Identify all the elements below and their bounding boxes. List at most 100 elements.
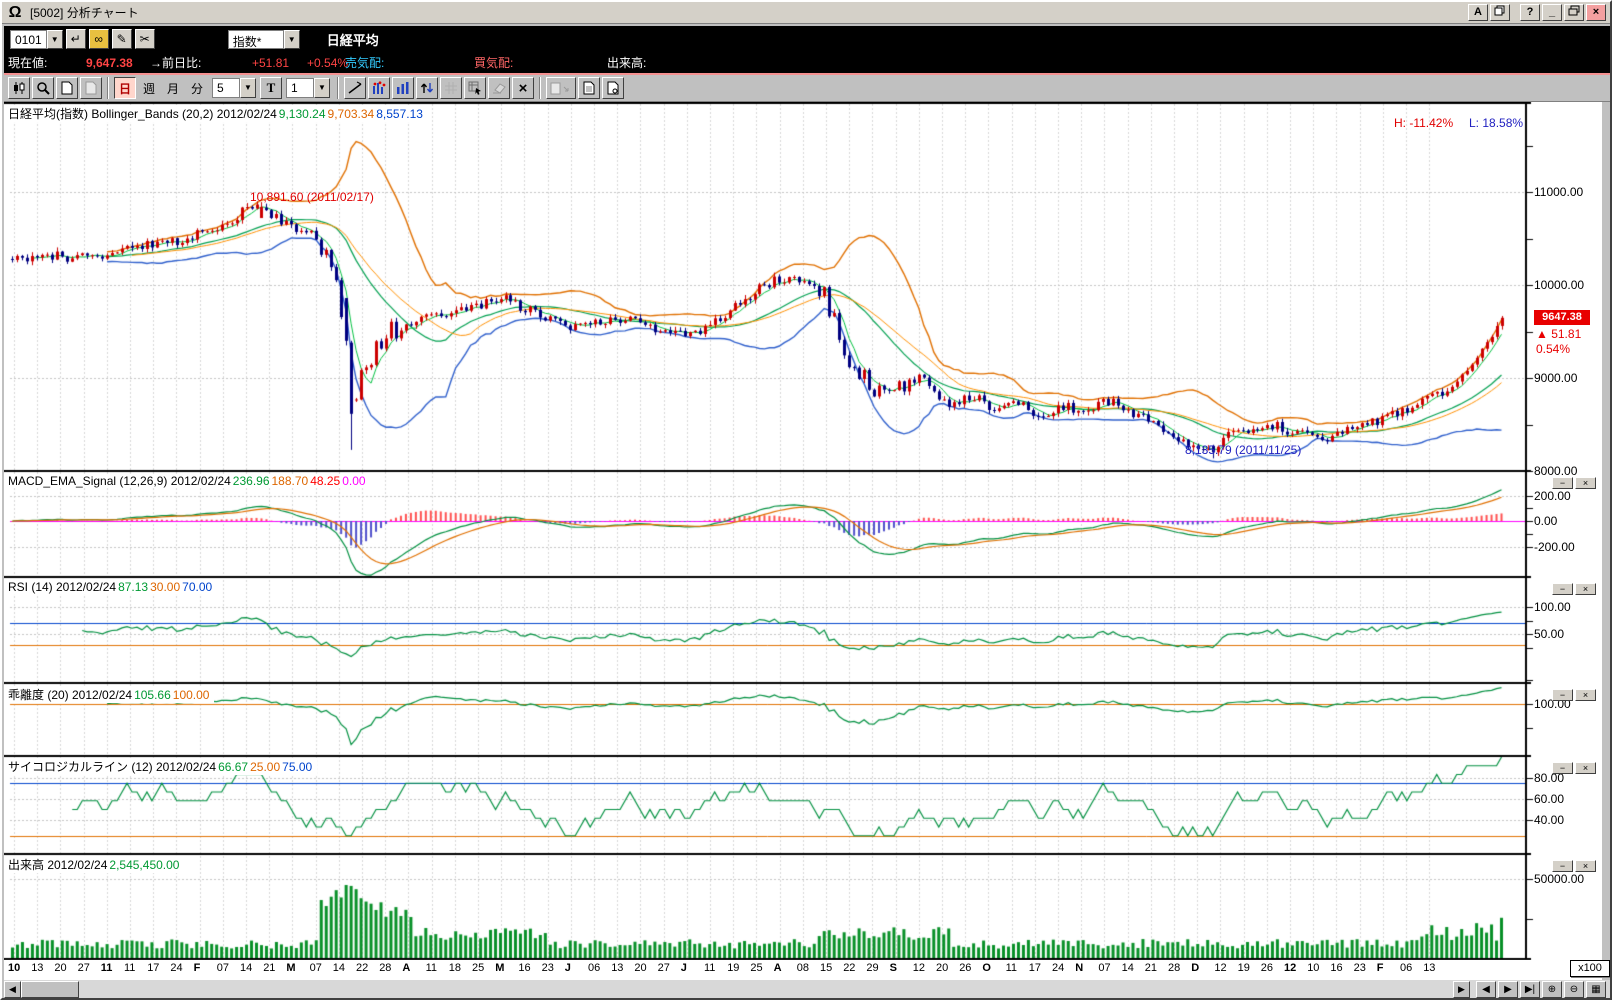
x-axis-label: 22 [843,962,856,974]
panel-minimize-button[interactable]: − [1552,689,1573,701]
x-axis-label: 06 [1400,962,1413,974]
indicator-value: 9,703.34 [327,107,375,121]
step-end-button[interactable]: ▶| [1520,980,1540,998]
copy-page-button[interactable] [578,77,600,99]
x-axis-label: A [773,962,782,974]
interval-combo[interactable]: 5 ▼ [212,78,256,98]
chevron-down-icon[interactable]: ▼ [283,29,300,49]
current-price-marker: 9647.38 [1534,310,1590,325]
scrollbar-track[interactable] [79,981,1453,998]
panel-close-button[interactable]: × [1575,689,1596,701]
x-axis-label: 07 [216,962,230,974]
x-axis-label: 12 [1214,962,1227,974]
y-axis-tick-label: 9000.00 [1534,371,1578,385]
copy-window-button[interactable] [1490,4,1510,21]
x-axis: 10 13 20 27 11 11 17 24 F 07 14 21 M 07 14 22 28 A 11 18 25 M… [4,960,1534,978]
candlestick-tool-button[interactable] [8,77,30,99]
symbol-bar: 0101 ▼ ↵ ∞ ✎ ✂ 指数* ▼ 日経平均 [4,26,1610,52]
help-button[interactable]: ? [1520,4,1540,21]
candlestick-icon [14,82,25,94]
x-axis-label: 14 [240,962,253,974]
panel-close-button[interactable]: × [1575,477,1596,489]
eraser-button[interactable] [488,77,510,99]
x-axis-label: N [1075,962,1084,974]
app-logo-icon: Ω [8,3,22,21]
period-month-button[interactable]: 月 [162,77,184,99]
period-day-button[interactable]: 日 [114,77,136,99]
category-combo[interactable]: 指数* ▼ [227,29,300,49]
psych-panel-controls: − × [1552,762,1596,774]
y-axis-tick-label: 40.00 [1534,813,1565,827]
sort-arrows-icon [420,83,434,93]
current-price-value: 9,647.38 [86,55,133,70]
count-value[interactable]: 1 [286,78,314,98]
compare-chart-button[interactable] [368,77,390,99]
page-button[interactable] [80,77,102,99]
symbol-code-combo[interactable]: 0101 ▼ [10,29,63,49]
x-axis-label: 21 [1144,962,1158,974]
volume-panel-header: 出来高 2012/02/24 2,545,450.00 [8,856,185,873]
binoculars-icon: ∞ [94,32,103,46]
y-axis-tick-label: 0.00 [1534,514,1558,528]
volume-panel-controls: − × [1552,860,1596,872]
print-button[interactable] [546,77,576,99]
zoom-out-button[interactable]: ⊖ [1564,980,1584,998]
scroll-right-button[interactable]: ▶ [1453,980,1470,998]
panel-close-button[interactable]: × [1575,860,1596,872]
low-annotation: 8,135.79 (2011/11/25) [1185,443,1302,457]
panel-minimize-button[interactable]: − [1552,762,1573,774]
close-button[interactable]: × [1586,4,1606,21]
trendline-tool-button[interactable] [344,77,366,99]
zoom-in-button[interactable]: ⊕ [1542,980,1562,998]
category-value[interactable]: 指数* [227,29,284,49]
indicator-value: 48.25 [310,474,341,488]
bar-chart-button[interactable] [392,77,414,99]
x-axis-label: 16 [1330,962,1343,974]
panel-minimize-button[interactable]: − [1552,477,1573,489]
sort-tool-button[interactable] [416,77,438,99]
chevron-down-icon[interactable]: ▼ [240,78,256,98]
horizontal-scrollbar[interactable]: ◀ ▶ ◀ ▶ ▶| ⊕ ⊖ ▦ [4,980,1610,998]
window-title: [5002] 分析チャート [30,6,139,20]
x-axis-label: 11 [704,962,716,974]
low-pct-label: L: 18.58% [1469,116,1524,130]
clear-draw-button[interactable]: ✂ [134,29,155,49]
search-button[interactable]: ∞ [88,29,109,49]
chart-region: 日経平均(指数) Bollinger_Bands (20,2) 2012/02/… [4,102,1610,980]
step-back-button[interactable]: ◀ [1476,980,1496,998]
scroll-left-button[interactable]: ◀ [4,980,21,998]
step-forward-button[interactable]: ▶ [1498,980,1518,998]
layout-button[interactable]: ▦ [1586,980,1606,998]
x-axis-label: 27 [657,962,670,974]
x-axis-label: F [1376,962,1384,974]
chart-canvas[interactable] [4,102,1602,980]
scrollbar-thumb[interactable] [21,980,79,998]
panel-minimize-button[interactable]: − [1552,583,1573,595]
x-axis-label: 20 [936,962,949,974]
text-tool-button[interactable]: T [260,77,282,99]
memo-button[interactable]: ✎ [111,29,132,49]
interval-value[interactable]: 5 [212,78,240,98]
delete-all-button[interactable]: × [512,77,534,99]
enter-button[interactable]: ↵ [65,29,86,49]
layout-select-button[interactable] [464,77,486,99]
restore-button[interactable] [1564,4,1584,21]
grid-tool-button[interactable] [440,77,462,99]
chevron-down-icon[interactable]: ▼ [314,78,330,98]
minimize-button[interactable]: _ [1542,4,1562,21]
count-combo[interactable]: 1 ▼ [286,78,330,98]
panel-minimize-button[interactable]: − [1552,860,1573,872]
symbol-code-value[interactable]: 0101 [10,29,47,49]
new-page-button[interactable] [56,77,78,99]
export-page-button[interactable] [602,77,624,99]
panel-close-button[interactable]: × [1575,762,1596,774]
titlebar[interactable]: Ω [5002] 分析チャート A ? _ × [2,2,1610,24]
price-marker-pct: 0.54% [1536,342,1571,356]
panel-close-button[interactable]: × [1575,583,1596,595]
a-button[interactable]: A [1468,4,1488,21]
x-axis-label: 10 [1307,962,1320,974]
zoom-tool-button[interactable] [32,77,54,99]
period-minute-button[interactable]: 分 [186,77,208,99]
chevron-down-icon[interactable]: ▼ [46,29,63,49]
period-week-button[interactable]: 週 [138,77,160,99]
